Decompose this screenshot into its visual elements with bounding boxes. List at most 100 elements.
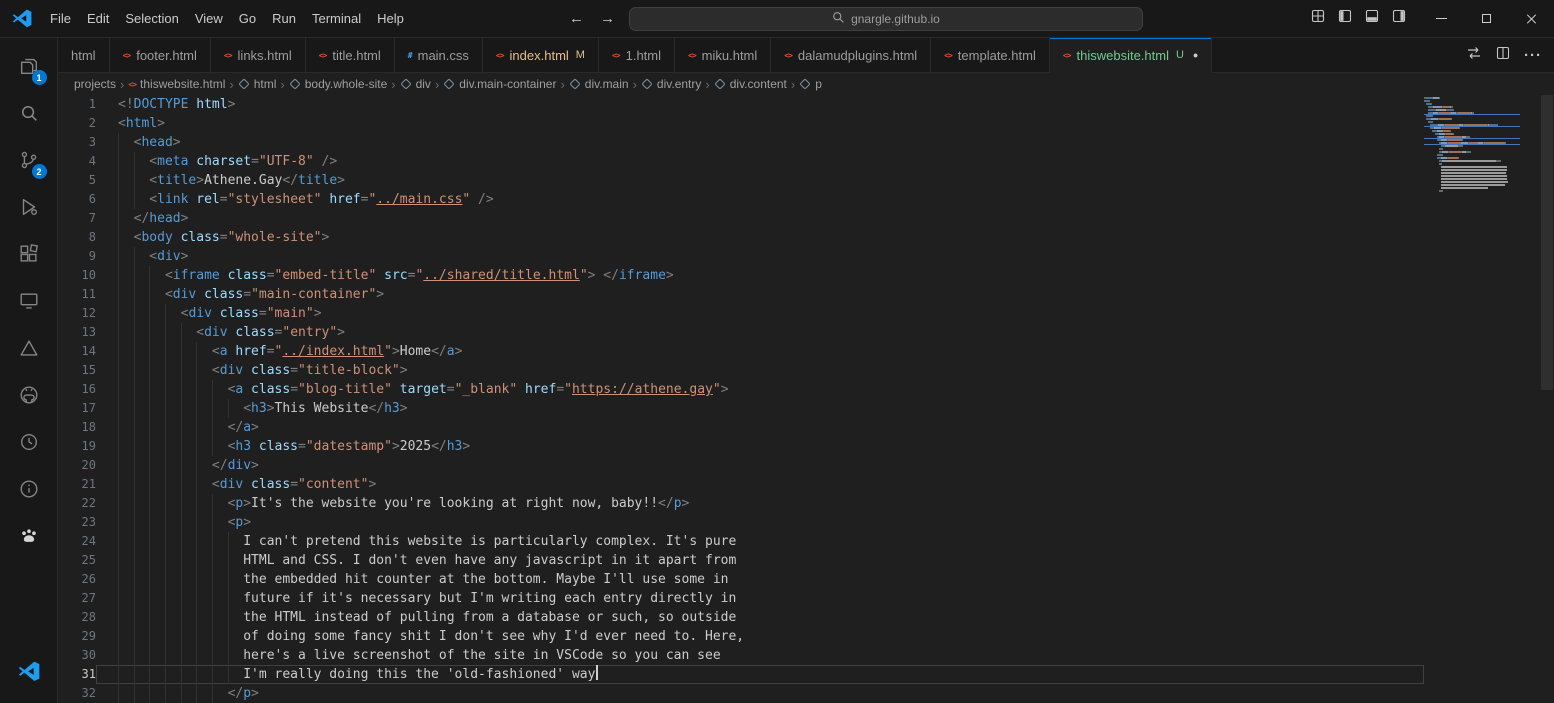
code-line-5[interactable]: 5<title>Athene.Gay</title> [58, 171, 1424, 190]
maximize-button[interactable] [1464, 0, 1509, 37]
tab-template.html[interactable]: <>template.html [931, 38, 1050, 73]
line-number[interactable]: 16 [58, 380, 96, 399]
info-icon[interactable] [5, 465, 53, 512]
line-number[interactable]: 9 [58, 247, 96, 266]
code-line-11[interactable]: 11<div class="main-container"> [58, 285, 1424, 304]
code-area[interactable]: 1<!DOCTYPE html>2<html>3<head>4<meta cha… [58, 95, 1424, 703]
tab-dalamudplugins.html[interactable]: <>dalamudplugins.html [771, 38, 931, 73]
more-actions-icon[interactable]: ··· [1524, 47, 1542, 64]
menu-edit[interactable]: Edit [79, 6, 117, 32]
explorer-icon[interactable]: 1 [5, 42, 53, 89]
search-icon[interactable] [5, 89, 53, 136]
extensions-icon[interactable] [5, 230, 53, 277]
breadcrumb-item-html[interactable]: html [237, 77, 278, 91]
breadcrumb-item-div.entry[interactable]: div.entry [640, 77, 702, 91]
line-number[interactable]: 11 [58, 285, 96, 304]
code-line-26[interactable]: 26the embedded hit counter at the bottom… [58, 570, 1424, 589]
line-number[interactable]: 2 [58, 114, 96, 133]
nav-back-icon[interactable]: ← [567, 10, 586, 27]
extension-paw-icon[interactable] [5, 512, 53, 559]
line-number[interactable]: 1 [58, 95, 96, 114]
tab-title.html[interactable]: <>title.html [306, 38, 395, 73]
tab-miku.html[interactable]: <>miku.html [675, 38, 771, 73]
menu-go[interactable]: Go [231, 6, 264, 32]
compare-changes-icon[interactable] [1466, 45, 1482, 66]
line-number[interactable]: 29 [58, 627, 96, 646]
line-number[interactable]: 31 [58, 665, 96, 684]
dirty-indicator[interactable]: ● [1193, 50, 1198, 60]
line-number[interactable]: 20 [58, 456, 96, 475]
code-line-10[interactable]: 10<iframe class="embed-title" src="../sh… [58, 266, 1424, 285]
toggle-panel-icon[interactable] [1364, 8, 1380, 29]
line-number[interactable]: 27 [58, 589, 96, 608]
code-line-24[interactable]: 24I can't pretend this website is partic… [58, 532, 1424, 551]
code-line-2[interactable]: 2<html> [58, 114, 1424, 133]
menu-help[interactable]: Help [369, 6, 412, 32]
tab-index.html[interactable]: <>index.htmlM [483, 38, 599, 73]
tab-main.css[interactable]: #main.css [395, 38, 483, 73]
code-line-27[interactable]: 27future if it's necessary but I'm writi… [58, 589, 1424, 608]
tab-links.html[interactable]: <>links.html [211, 38, 306, 73]
vscode-bottom-logo-icon[interactable] [5, 648, 53, 695]
line-number[interactable]: 28 [58, 608, 96, 627]
breadcrumb-item-div[interactable]: div [399, 77, 432, 91]
command-center[interactable]: gnargle.github.io [629, 7, 1143, 31]
line-number[interactable]: 13 [58, 323, 96, 342]
code-line-13[interactable]: 13<div class="entry"> [58, 323, 1424, 342]
code-line-1[interactable]: 1<!DOCTYPE html> [58, 95, 1424, 114]
line-number[interactable]: 23 [58, 513, 96, 532]
customize-layout-icon[interactable] [1310, 8, 1326, 29]
line-number[interactable]: 25 [58, 551, 96, 570]
source-control-icon[interactable]: 2 [5, 136, 53, 183]
toggle-sidebar-left-icon[interactable] [1337, 8, 1353, 29]
code-line-29[interactable]: 29of doing some fancy shit I don't see w… [58, 627, 1424, 646]
line-number[interactable]: 32 [58, 684, 96, 703]
run-and-debug-icon[interactable] [5, 183, 53, 230]
menu-terminal[interactable]: Terminal [304, 6, 369, 32]
breadcrumb-item-thiswebsite.html[interactable]: <>thiswebsite.html [127, 77, 226, 91]
line-number[interactable]: 30 [58, 646, 96, 665]
code-line-32[interactable]: 32</p> [58, 684, 1424, 703]
code-line-15[interactable]: 15<div class="title-block"> [58, 361, 1424, 380]
minimap[interactable] [1424, 97, 1540, 193]
code-line-3[interactable]: 3<head> [58, 133, 1424, 152]
line-number[interactable]: 14 [58, 342, 96, 361]
menu-selection[interactable]: Selection [117, 6, 186, 32]
code-line-7[interactable]: 7</head> [58, 209, 1424, 228]
code-line-31[interactable]: 31I'm really doing this the 'old-fashion… [58, 665, 1424, 684]
code-line-14[interactable]: 14<a href="../index.html">Home</a> [58, 342, 1424, 361]
tab-thiswebsite.html[interactable]: <>thiswebsite.htmlU● [1050, 38, 1213, 73]
code-line-21[interactable]: 21<div class="content"> [58, 475, 1424, 494]
code-line-25[interactable]: 25HTML and CSS. I don't even have any ja… [58, 551, 1424, 570]
split-editor-icon[interactable] [1495, 45, 1511, 66]
breadcrumb-item-div.main[interactable]: div.main [568, 77, 630, 91]
line-number[interactable]: 5 [58, 171, 96, 190]
toggle-sidebar-right-icon[interactable] [1391, 8, 1407, 29]
breadcrumb-item-div.main-container[interactable]: div.main-container [442, 77, 557, 91]
code-line-19[interactable]: 19<h3 class="datestamp">2025</h3> [58, 437, 1424, 456]
breadcrumb-item-body.whole-site[interactable]: body.whole-site [288, 77, 389, 91]
code-line-23[interactable]: 23<p> [58, 513, 1424, 532]
tab-html[interactable]: html [58, 38, 110, 73]
breadcrumb-item-p[interactable]: p [798, 77, 823, 91]
code-line-17[interactable]: 17<h3>This Website</h3> [58, 399, 1424, 418]
code-line-28[interactable]: 28the HTML instead of pulling from a dat… [58, 608, 1424, 627]
code-line-12[interactable]: 12<div class="main"> [58, 304, 1424, 323]
code-line-22[interactable]: 22<p>It's the website you're looking at … [58, 494, 1424, 513]
code-line-4[interactable]: 4<meta charset="UTF-8" /> [58, 152, 1424, 171]
code-line-18[interactable]: 18</a> [58, 418, 1424, 437]
line-number[interactable]: 3 [58, 133, 96, 152]
breadcrumb-item-projects[interactable]: projects [73, 77, 117, 91]
line-number[interactable]: 6 [58, 190, 96, 209]
line-number[interactable]: 19 [58, 437, 96, 456]
close-button[interactable] [1509, 0, 1554, 37]
extension-triangle-icon[interactable] [5, 324, 53, 371]
line-number[interactable]: 17 [58, 399, 96, 418]
editor[interactable]: 1<!DOCTYPE html>2<html>3<head>4<meta cha… [58, 95, 1554, 703]
code-line-16[interactable]: 16<a class="blog-title" target="_blank" … [58, 380, 1424, 399]
line-number[interactable]: 7 [58, 209, 96, 228]
github-icon[interactable] [5, 371, 53, 418]
tab-1.html[interactable]: <>1.html [599, 38, 675, 73]
scrollbar-thumb[interactable] [1541, 95, 1553, 390]
line-number[interactable]: 21 [58, 475, 96, 494]
